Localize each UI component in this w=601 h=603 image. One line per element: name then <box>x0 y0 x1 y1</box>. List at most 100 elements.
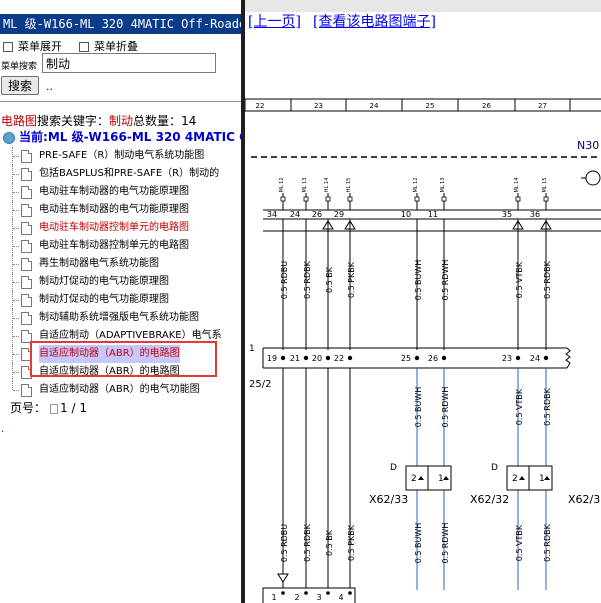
connector-label: N30 <box>577 139 599 152</box>
bottom-pin: 2 <box>294 593 299 602</box>
tree-item[interactable]: 电动驻车制动器控制单元的电路图 <box>0 237 241 255</box>
grid-number: 25 <box>426 102 435 110</box>
splice-pin: 24 <box>530 354 540 363</box>
tree-branch <box>13 336 19 337</box>
prev-page-link[interactable]: [上一页] <box>248 11 301 31</box>
connector-name: X62/33 <box>369 493 408 506</box>
splice-pin: 26 <box>428 354 438 363</box>
search-button[interactable]: 搜索 <box>1 76 39 95</box>
tree-branch <box>13 174 19 175</box>
tree-item-label: 电动驻车制动器控制单元的电路图 <box>39 222 189 233</box>
tree-branch <box>13 282 19 283</box>
globe-icon <box>3 131 15 144</box>
connector-pin: 1 <box>438 474 444 484</box>
pin-code: HL 15 <box>346 178 352 193</box>
bottom-pin: 1 <box>271 593 276 602</box>
tree-item-label: 电动驻车制动器的电气功能原理图 <box>39 186 189 197</box>
splice-pin: 19 <box>267 354 277 363</box>
mid-wire-label: 0.5 BUWH <box>414 387 423 428</box>
connector-pin: 1 <box>539 474 545 484</box>
tree-item-label: 包括BASPLUS和PRE-SAFE（R）制动的 <box>39 168 220 179</box>
tree-item[interactable]: 自适应制动器（ABR）的电气功能图 <box>0 381 241 399</box>
expand-icon <box>3 42 13 52</box>
tree-branch <box>13 318 19 319</box>
pin-number: 10 <box>401 210 411 219</box>
search-input[interactable] <box>42 53 216 73</box>
tree-item[interactable]: 制动灯促动的电气功能原理图 <box>0 273 241 291</box>
connector-name: X62/32 <box>470 493 509 506</box>
pin-box <box>515 196 521 202</box>
pin-box <box>303 196 309 202</box>
circuit-diagram: 22 23 24 25 26 27N30ML 1234ML 1324HL 1426HL 1… <box>245 98 601 603</box>
pin-number: 26 <box>312 210 322 219</box>
wire-label: 0.5 RDWH <box>441 260 450 301</box>
mid-wire-label: 0.5 RDBK <box>543 387 552 425</box>
bottom-wire-label: 0.5 RDBK <box>543 523 552 561</box>
pin-code: ML 13 <box>440 177 446 192</box>
side-label: 25/2 <box>249 379 271 390</box>
tree-branch <box>13 372 19 373</box>
tree-item[interactable]: 制动灯促动的电气功能原理图 <box>0 291 241 309</box>
tree-branch <box>13 300 19 301</box>
tree-branch <box>13 192 19 193</box>
bottom-wire-label: 0.5 VTBK <box>515 524 524 561</box>
pin-box <box>414 196 420 202</box>
bottom-wire-label: 0.5 RDBK <box>303 523 312 561</box>
view-terminals-link[interactable]: [查看该电路图端子] <box>313 11 436 31</box>
side-number: 1 <box>249 344 255 354</box>
document-icon <box>21 150 32 163</box>
current-path[interactable]: 当前:ML 级-W166-ML 320 4MATIC Off <box>3 128 241 145</box>
menu-collapse-button[interactable]: 菜单折叠 <box>79 38 138 54</box>
splice-dot <box>414 355 420 361</box>
tree-item-label: 再生制动器电气系统功能图 <box>39 258 159 269</box>
page-icon <box>50 403 59 414</box>
bottom-wire-label: 0.5 PKBK <box>347 524 356 561</box>
tree-item-label: PRE-SAFE（R）制动电气系统功能图 <box>39 150 205 161</box>
grid-number: 23 <box>314 102 323 110</box>
tree-item[interactable]: 制动辅助系统增强版电气系统功能图 <box>0 309 241 327</box>
pin-number: 34 <box>267 210 277 219</box>
bottom-dot <box>348 591 352 595</box>
splice-pin: 25 <box>401 354 411 363</box>
document-icon <box>21 204 32 217</box>
d-label: D <box>390 463 397 473</box>
tree-item[interactable]: PRE-SAFE（R）制动电气系统功能图 <box>0 147 241 165</box>
splice-dot <box>325 355 331 361</box>
splice-dot <box>441 355 447 361</box>
document-icon <box>21 240 32 253</box>
menu-expand-button[interactable]: 菜单展开 <box>3 38 62 54</box>
diagram-pane: [上一页] [查看该电路图端子] 22 23 24 25 26 27 N30 ML 12 34 M… <box>245 0 601 603</box>
bottom-wire-label: 0.5 RDWH <box>441 523 450 564</box>
wire-label: 0.5 RDBK <box>303 260 312 298</box>
connector-pin: 2 <box>411 474 417 484</box>
tree-item[interactable]: 电动驻车制动器的电气功能原理图 <box>0 183 241 201</box>
splice-dot <box>303 355 309 361</box>
wire-label: 0.5 BK <box>325 266 334 293</box>
splice-pin: 22 <box>334 354 344 363</box>
tree-item[interactable]: 包括BASPLUS和PRE-SAFE（R）制动的 <box>0 165 241 183</box>
tree-item-label: 电动驻车制动器控制单元的电路图 <box>39 240 189 251</box>
grid-number: 27 <box>538 102 547 110</box>
document-icon <box>21 168 32 181</box>
document-icon <box>21 294 32 307</box>
search-result-summary: 电路图搜索关键字：制动总数量：14 <box>1 114 197 128</box>
document-icon <box>21 222 32 235</box>
collapse-icon <box>79 42 89 52</box>
bottom-wire-label: 0.5 BK <box>325 529 334 556</box>
tree-item-label: 自适应制动器（ABR）的电气功能图 <box>39 384 200 395</box>
bottom-dot <box>326 591 330 595</box>
tree-branch <box>13 228 19 229</box>
tree-item[interactable]: 再生制动器电气系统功能图 <box>0 255 241 273</box>
pin-number: 36 <box>530 210 540 219</box>
bottom-triangle <box>277 573 289 583</box>
bottom-wire-label: 0.5 RDBU <box>280 524 289 562</box>
tree-item[interactable]: 电动驻车制动器的电气功能原理图 <box>0 201 241 219</box>
splice-break <box>565 347 571 369</box>
transistor-symbol <box>585 170 601 186</box>
splice-pin: 21 <box>290 354 300 363</box>
pin-number: 24 <box>290 210 300 219</box>
splice-dot <box>543 355 549 361</box>
splice-dot <box>347 355 353 361</box>
stray-link[interactable]: . <box>1 424 4 435</box>
tree-item[interactable]: 电动驻车制动器控制单元的电路图 <box>0 219 241 237</box>
